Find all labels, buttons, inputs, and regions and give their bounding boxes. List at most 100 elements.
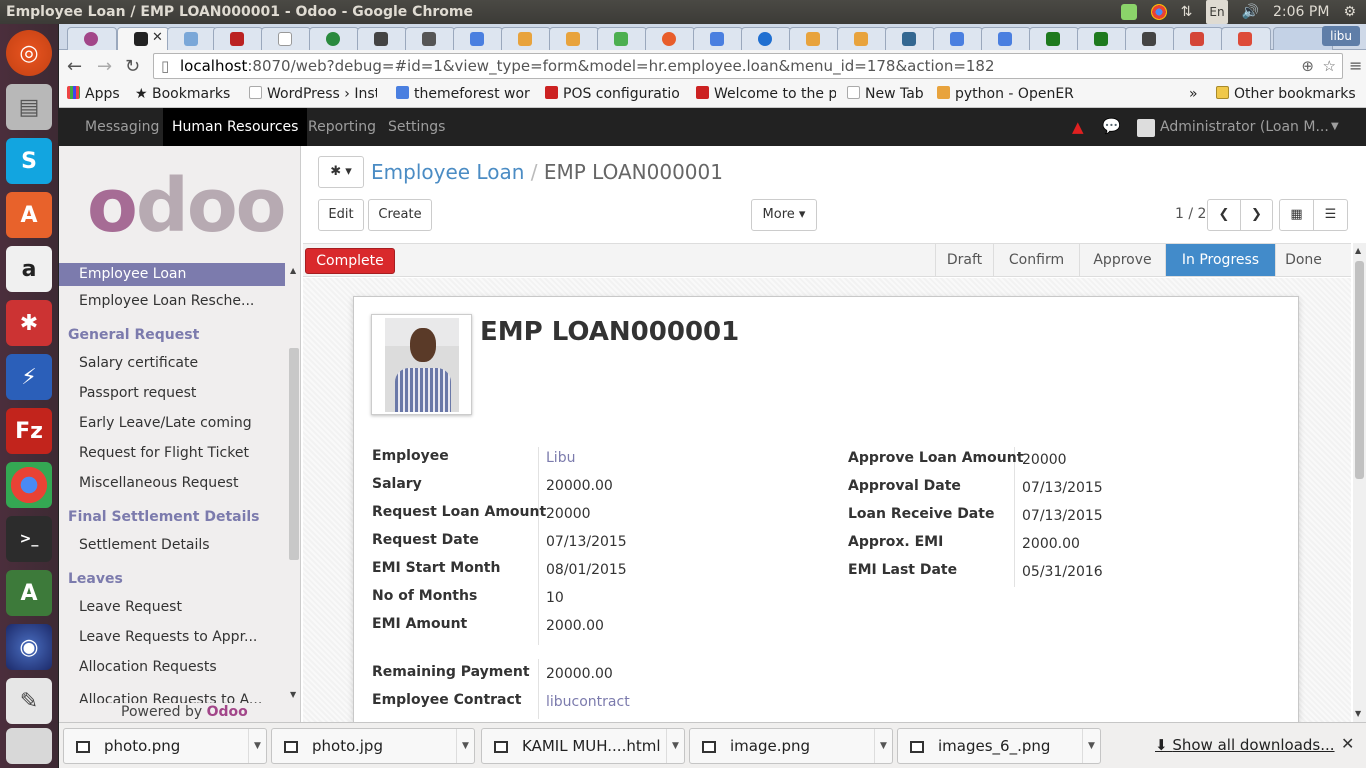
trash-icon[interactable] — [6, 728, 52, 764]
list-view-button[interactable]: ☰ — [1313, 199, 1348, 231]
software-center-icon[interactable]: A — [6, 192, 52, 238]
bookmark-python-openerp[interactable]: python - OpenER — [937, 86, 1075, 102]
clock[interactable]: 2:06 PM — [1273, 0, 1329, 24]
sidebar-item[interactable]: Request for Flight Ticket — [59, 445, 285, 461]
kanban-view-button[interactable]: ▦ — [1279, 199, 1314, 231]
odoo-logo[interactable]: odoo — [87, 168, 286, 244]
sidebar-item[interactable]: Early Leave/Late coming — [59, 415, 285, 431]
main-scrollbar[interactable]: ▲ ▼ — [1353, 243, 1366, 722]
browser-tab[interactable] — [693, 27, 743, 50]
breadcrumb-employee-loan[interactable]: Employee Loan — [371, 160, 524, 184]
network-icon[interactable]: ⇅ — [1181, 0, 1193, 24]
stage-done[interactable]: Done — [1275, 244, 1331, 276]
scroll-down-arrow-icon[interactable]: ▼ — [1355, 709, 1361, 718]
sidebar-item[interactable]: Passport request — [59, 385, 285, 401]
browser-tab[interactable] — [1173, 27, 1223, 50]
network-tool-icon[interactable]: ⚡ — [6, 354, 52, 400]
download-item[interactable]: image.png ▼ — [689, 728, 893, 764]
bookmarks-overflow-chevron[interactable]: » — [1189, 86, 1198, 102]
browser-tab[interactable] — [357, 27, 407, 50]
browser-tab[interactable] — [309, 27, 359, 50]
download-item[interactable]: KAMIL MUH....html ▼ — [481, 728, 685, 764]
scroll-up-arrow-icon[interactable]: ▲ — [1355, 246, 1361, 255]
browser-tab[interactable] — [1077, 27, 1127, 50]
pager-previous-button[interactable]: ❮ — [1207, 199, 1241, 231]
browser-tab[interactable] — [933, 27, 983, 50]
sidebar-item[interactable]: Employee Loan Resche... — [59, 293, 285, 309]
bookmark-new-tab[interactable]: New Tab — [847, 86, 924, 102]
download-item[interactable]: images_6_.png ▼ — [897, 728, 1101, 764]
user-menu[interactable]: Administrator (Loan M... — [1160, 108, 1329, 146]
chrome-launcher-icon[interactable] — [6, 462, 52, 508]
edit-button[interactable]: Edit — [318, 199, 364, 231]
browser-tab[interactable] — [167, 27, 217, 50]
debug-menu-button[interactable]: ✱ ▾ — [318, 156, 364, 188]
close-downloads-bar-icon[interactable]: ✕ — [1341, 734, 1354, 753]
scroll-up-arrow-icon[interactable]: ▲ — [290, 266, 296, 275]
reload-icon[interactable]: ↻ — [125, 56, 140, 77]
chat-indicator-icon[interactable] — [1120, 4, 1137, 20]
show-all-downloads-link[interactable]: ⬇ Show all downloads... — [1155, 736, 1335, 754]
browser-tab[interactable] — [405, 27, 455, 50]
browser-tab[interactable] — [213, 27, 263, 50]
stage-confirm[interactable]: Confirm — [993, 244, 1079, 276]
browser-tab[interactable] — [981, 27, 1031, 50]
sidebar-scroll-thumb[interactable] — [289, 348, 299, 560]
amazon-icon[interactable]: a — [6, 246, 52, 292]
avatar[interactable] — [1137, 119, 1155, 137]
stage-approve[interactable]: Approve — [1079, 244, 1165, 276]
chrome-menu-icon[interactable]: ≡ — [1349, 56, 1362, 75]
bookmark-welcome[interactable]: Welcome to the p — [696, 86, 836, 102]
menu-messaging[interactable]: Messaging — [76, 108, 168, 146]
browser-tab[interactable] — [1029, 27, 1079, 50]
download-menu-caret-icon[interactable]: ▼ — [874, 729, 892, 763]
browser-tab[interactable] — [597, 27, 647, 50]
zoom-icon[interactable]: ⊕ — [1301, 54, 1314, 78]
stage-in-progress[interactable]: In Progress — [1165, 244, 1275, 276]
browser-tab[interactable] — [549, 27, 599, 50]
bookmark-themeforest[interactable]: themeforest wor — [396, 86, 534, 102]
complete-button[interactable]: Complete — [305, 248, 395, 274]
browser-tab[interactable] — [789, 27, 839, 50]
browser-tab[interactable] — [645, 27, 695, 50]
menu-settings[interactable]: Settings — [379, 108, 454, 146]
field-value-link[interactable]: libucontract — [546, 694, 630, 710]
settings-icon[interactable]: ⚙ — [1343, 0, 1356, 24]
sidebar-item[interactable]: Allocation Requests to A... — [59, 689, 285, 703]
bookmark-star-icon[interactable]: ☆ — [1323, 54, 1336, 78]
bookmark-apps[interactable]: Apps — [67, 86, 120, 102]
browser-tab-active[interactable]: ✕ — [117, 27, 169, 50]
back-arrow-icon[interactable]: ← — [67, 56, 82, 77]
bookmark-pos-configuration[interactable]: POS configuratio — [545, 86, 685, 102]
browser-tab[interactable] — [501, 27, 551, 50]
menu-reporting[interactable]: Reporting — [299, 108, 385, 146]
more-dropdown-button[interactable]: More ▾ — [751, 199, 817, 231]
update-manager-icon[interactable]: A — [6, 570, 52, 616]
sidebar-item[interactable]: Salary certificate — [59, 355, 285, 371]
text-editor-icon[interactable]: ✎ — [6, 678, 52, 724]
file-manager-icon[interactable]: ▤ — [6, 84, 52, 130]
forward-arrow-icon[interactable]: → — [97, 56, 112, 77]
sidebar-scrollbar[interactable]: ▲ ▼ — [288, 146, 300, 722]
eclipse-icon[interactable]: ◉ — [6, 624, 52, 670]
powered-by-odoo-link[interactable]: Odoo — [207, 704, 248, 720]
warning-icon[interactable]: ▲ — [1072, 118, 1084, 136]
employee-photo[interactable] — [371, 314, 472, 415]
scroll-down-arrow-icon[interactable]: ▼ — [290, 690, 296, 699]
chrome-tray-icon[interactable] — [1150, 4, 1167, 20]
sidebar-item[interactable]: Leave Requests to Appr... — [59, 629, 285, 645]
pager-next-button[interactable]: ❯ — [1240, 199, 1273, 231]
download-menu-caret-icon[interactable]: ▼ — [666, 729, 684, 763]
sidebar-item[interactable]: Miscellaneous Request — [59, 475, 285, 491]
sidebar-item[interactable]: Employee Loan — [59, 263, 285, 286]
chat-icon[interactable]: 💬 — [1102, 117, 1121, 135]
download-item[interactable]: photo.jpg ▼ — [271, 728, 475, 764]
browser-tab[interactable] — [1125, 27, 1175, 50]
create-button[interactable]: Create — [368, 199, 432, 231]
skype-icon[interactable]: S — [6, 138, 52, 184]
browser-tab[interactable] — [1221, 27, 1271, 50]
profile-button[interactable]: libu — [1322, 26, 1360, 46]
bookmark-bookmarks[interactable]: ★ Bookmarks — [135, 86, 230, 102]
terminal-icon[interactable]: >_ — [6, 516, 52, 562]
download-menu-caret-icon[interactable]: ▼ — [248, 729, 266, 763]
